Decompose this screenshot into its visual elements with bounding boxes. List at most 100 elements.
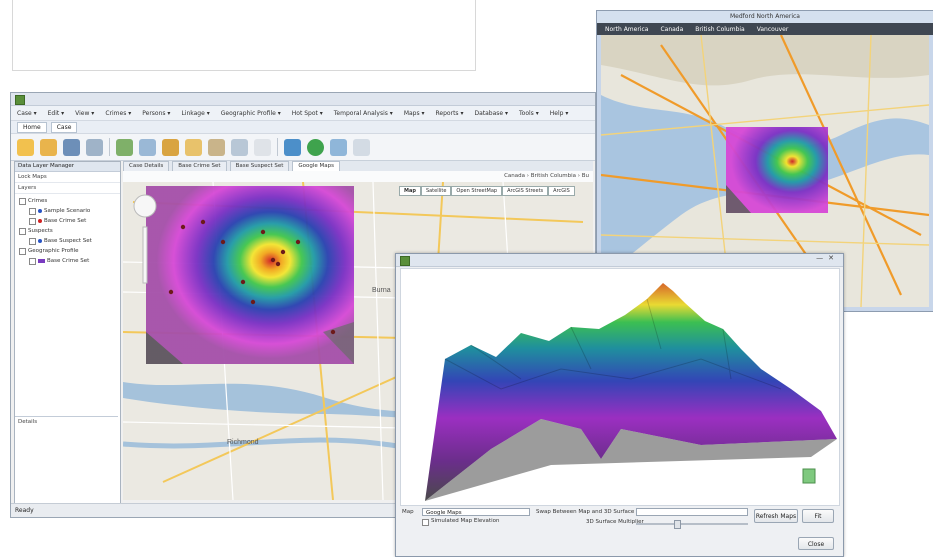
toolbar-divider	[109, 138, 110, 156]
save-icon[interactable]	[40, 138, 57, 156]
checkbox[interactable]	[29, 237, 36, 245]
menu-tools[interactable]: Tools ▾	[519, 110, 539, 117]
ribbon-tabs: Home Case	[11, 121, 595, 134]
crime-icon[interactable]	[116, 138, 133, 156]
menu-geographic-profile[interactable]: Geographic Profile ▾	[221, 110, 281, 117]
map-type-arcgis-streets[interactable]: ArcGIS Streets	[502, 186, 549, 196]
details-label: Details	[18, 419, 38, 425]
crumb-north-america[interactable]: North America	[605, 26, 648, 33]
report-icon[interactable]	[353, 138, 370, 156]
grid-icon[interactable]	[63, 138, 80, 156]
simulated-elevation-checkbox[interactable]	[422, 519, 429, 526]
tree-item[interactable]: Base Crime Set	[15, 256, 120, 266]
surface-title-bar: —✕	[396, 254, 843, 267]
tab-case[interactable]: Case	[50, 121, 78, 133]
menu-maps[interactable]: Maps ▾	[404, 110, 425, 117]
menu-case[interactable]: Case ▾	[17, 110, 37, 117]
menu-help[interactable]: Help ▾	[550, 110, 569, 117]
data-layer-panel: Data Layer Manager Lock Maps Layers Crim…	[14, 161, 121, 506]
tree-item[interactable]: Geographic Profile	[15, 246, 120, 256]
tree-label: Geographic Profile	[28, 248, 79, 254]
calendar-icon[interactable]	[254, 138, 271, 156]
star-icon[interactable]	[185, 138, 202, 156]
tab-home[interactable]: Home	[17, 121, 47, 133]
tree-label: Base Suspect Set	[44, 238, 92, 244]
fit-button[interactable]: Fit	[802, 509, 834, 523]
filter-icon[interactable]	[231, 138, 248, 156]
crumb-canada[interactable]: Canada	[660, 26, 683, 33]
app-icon	[15, 95, 25, 105]
checkbox[interactable]	[19, 197, 26, 205]
menu-crimes[interactable]: Crimes ▾	[105, 110, 131, 117]
tab-case-details[interactable]: Case Details	[123, 161, 170, 171]
map-city-label: Richmond	[227, 439, 259, 446]
menu-linkage[interactable]: Linkage ▾	[181, 110, 209, 117]
crumb-british-columbia[interactable]: British Columbia	[695, 26, 744, 33]
layer-color-icon	[38, 219, 42, 223]
checkbox[interactable]	[29, 217, 36, 225]
window-controls-icon[interactable]: —✕	[816, 254, 839, 262]
lock-maps-toggle[interactable]: Lock Maps	[15, 172, 120, 183]
tree-item[interactable]: Base Suspect Set	[15, 236, 120, 246]
multiplier-slider[interactable]	[636, 523, 748, 525]
map-breadcrumb: Canada › British Columbia › Bu	[504, 173, 589, 179]
menu-temporal-analysis[interactable]: Temporal Analysis ▾	[334, 110, 393, 117]
map-type-osm[interactable]: Open StreetMap	[451, 186, 503, 196]
swap-slider-box[interactable]	[636, 508, 748, 516]
crumb-vancouver[interactable]: Vancouver	[757, 26, 789, 33]
toolbar	[11, 134, 595, 161]
map-city-label: Burna	[372, 287, 391, 294]
menu-bar: Case ▾ Edit ▾ View ▾ Crimes ▾ Persons ▾ …	[11, 106, 595, 121]
layer-color-icon	[38, 209, 42, 213]
menu-view[interactable]: View ▾	[75, 110, 94, 117]
app-icon	[400, 256, 410, 266]
main-title-bar	[11, 93, 595, 106]
globe-icon[interactable]	[307, 138, 324, 156]
details-pane: Details	[15, 416, 118, 503]
map-label: Map	[402, 509, 414, 515]
map-type-tabs: Map Satellite Open StreetMap ArcGIS Stre…	[399, 186, 575, 196]
map-type-map[interactable]: Map	[399, 186, 421, 196]
refresh-maps-button[interactable]: Refresh Maps	[754, 509, 798, 523]
surface-3d-view[interactable]	[400, 268, 840, 506]
linkage-icon[interactable]	[162, 138, 179, 156]
menu-database[interactable]: Database ▾	[474, 110, 508, 117]
checkbox[interactable]	[29, 257, 36, 265]
checkbox[interactable]	[19, 227, 26, 235]
tree-item[interactable]: Crimes	[15, 196, 120, 206]
open-folder-icon[interactable]	[17, 138, 34, 156]
document-tabs: Case Details Base Crime Set Base Suspect…	[123, 161, 593, 171]
panel-title: Data Layer Manager	[15, 162, 120, 172]
tab-google-maps[interactable]: Google Maps	[292, 161, 341, 171]
zoom-slider[interactable]	[142, 226, 148, 284]
map-type-satellite[interactable]: Satellite	[420, 186, 452, 196]
checkbox[interactable]	[29, 207, 36, 215]
tree-item[interactable]: Sample Scenario	[15, 206, 120, 216]
tree-item[interactable]: Base Crime Set	[15, 216, 120, 226]
pen-icon[interactable]	[208, 138, 225, 156]
checkbox[interactable]	[19, 247, 26, 255]
pan-control-icon[interactable]	[133, 194, 157, 218]
export-icon[interactable]	[284, 138, 301, 156]
region-breadcrumb: North America Canada British Columbia Va…	[597, 23, 933, 35]
menu-hot-spot[interactable]: Hot Spot ▾	[292, 110, 323, 117]
close-button[interactable]: Close	[798, 537, 834, 550]
tree-item[interactable]: Suspects	[15, 226, 120, 236]
surface-3d-canvas[interactable]	[401, 269, 839, 505]
multiplier-slider-knob[interactable]	[674, 520, 681, 529]
menu-edit[interactable]: Edit ▾	[48, 110, 65, 117]
tab-base-crime-set[interactable]: Base Crime Set	[172, 161, 227, 171]
layers-icon[interactable]	[86, 138, 103, 156]
surface-window: —✕ Map Google Maps Swap Between Map and …	[395, 253, 844, 557]
persons-icon[interactable]	[139, 138, 156, 156]
chart-icon[interactable]	[330, 138, 347, 156]
tree-label: Base Crime Set	[44, 218, 87, 224]
menu-persons[interactable]: Persons ▾	[142, 110, 170, 117]
cube-view-icon[interactable]	[802, 468, 816, 484]
map-type-arcgis[interactable]: ArcGIS	[548, 186, 575, 196]
simulated-elevation-label: Simulated Map Elevation	[431, 518, 500, 524]
map-provider-select[interactable]: Google Maps	[422, 508, 530, 516]
layer-tree: Crimes Sample Scenario Base Crime Set Su…	[15, 194, 120, 268]
menu-reports[interactable]: Reports ▾	[436, 110, 464, 117]
tab-base-suspect-set[interactable]: Base Suspect Set	[229, 161, 290, 171]
